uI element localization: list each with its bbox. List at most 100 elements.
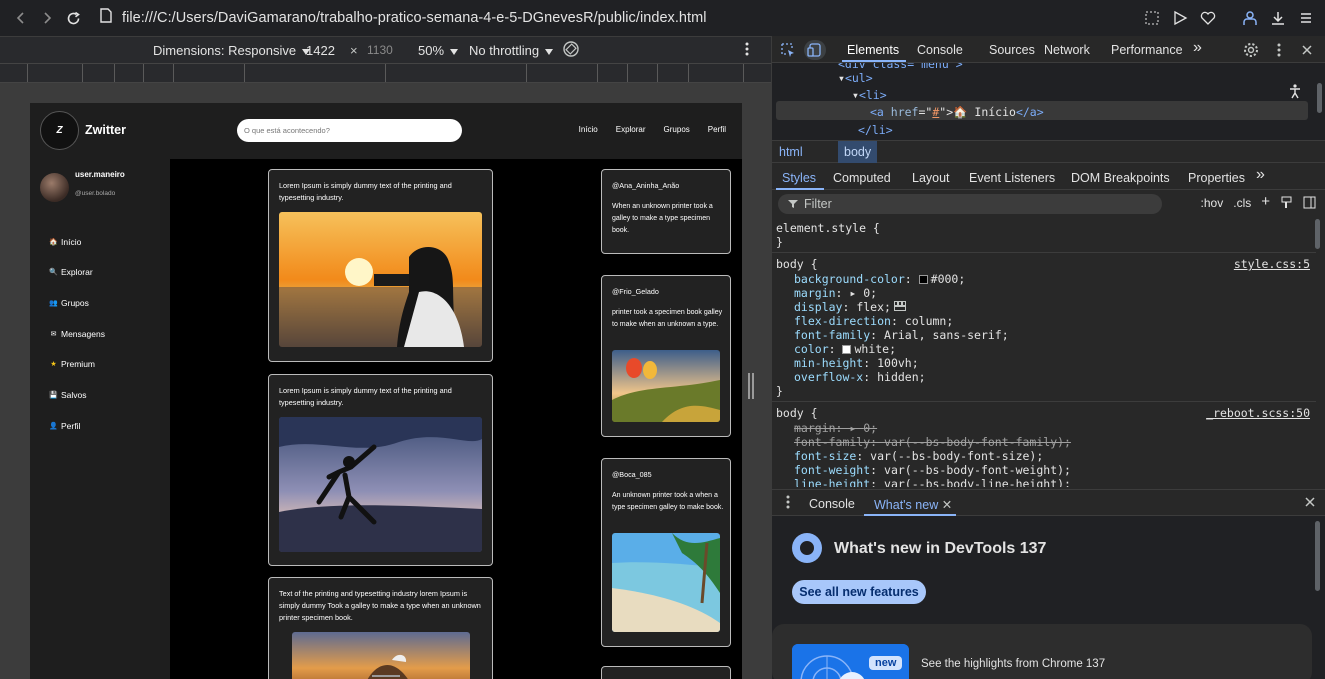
tab-styles[interactable]: Styles bbox=[782, 171, 816, 185]
post-card[interactable]: Text of the printing and typesetting ind… bbox=[268, 577, 493, 679]
more-tabs-icon[interactable]: » bbox=[1193, 39, 1202, 57]
forward-icon[interactable] bbox=[34, 5, 60, 31]
height-input[interactable]: 1130 bbox=[367, 43, 393, 57]
css-decl-overridden[interactable]: font-family: var(--bs-body-font-family); bbox=[794, 435, 1071, 449]
tab-performance[interactable]: Performance bbox=[1111, 43, 1183, 57]
tab-layout[interactable]: Layout bbox=[912, 171, 950, 185]
nav-inicio[interactable]: Início bbox=[579, 125, 598, 134]
tab-event-listeners[interactable]: Event Listeners bbox=[969, 171, 1055, 185]
post-card[interactable]: Lorem Ipsum is simply dummy text of the … bbox=[268, 374, 493, 566]
profile-icon[interactable] bbox=[1239, 7, 1261, 29]
close-drawer-icon[interactable] bbox=[1304, 496, 1316, 511]
css-decl[interactable]: background-color: #000; bbox=[794, 272, 965, 286]
sidebar-toggle-icon[interactable] bbox=[1303, 196, 1316, 212]
tab-properties[interactable]: Properties bbox=[1188, 171, 1245, 185]
css-decl[interactable]: font-family: Arial, sans-serif; bbox=[794, 328, 1009, 342]
tab-network[interactable]: Network bbox=[1044, 43, 1090, 57]
rotate-icon[interactable] bbox=[562, 40, 580, 61]
settings-icon[interactable] bbox=[1241, 40, 1261, 60]
sidebar-item-explorar[interactable]: 🔍 Explorar bbox=[49, 267, 93, 277]
avatar[interactable] bbox=[40, 173, 69, 202]
styles-scrollbar[interactable] bbox=[1315, 219, 1320, 249]
breadcrumb-html[interactable]: html bbox=[779, 145, 803, 159]
css-decl[interactable]: font-size: var(--bs-body-font-size); bbox=[794, 449, 1043, 463]
throttling-dropdown[interactable]: No throttling bbox=[469, 43, 554, 58]
devtools-menu-icon[interactable] bbox=[1269, 40, 1289, 60]
see-all-features-button[interactable]: See all new features bbox=[792, 580, 926, 604]
accessibility-icon[interactable] bbox=[1287, 83, 1303, 102]
sidebar-item-salvos[interactable]: 💾 Salvos bbox=[49, 390, 86, 400]
site-logo[interactable]: Z bbox=[40, 111, 79, 150]
drawer-menu-icon[interactable] bbox=[785, 494, 791, 513]
width-input[interactable]: 1422 bbox=[306, 43, 335, 58]
zoom-dropdown[interactable]: 50% bbox=[418, 43, 459, 58]
favorite-icon[interactable] bbox=[1197, 7, 1219, 29]
trend-handle[interactable]: @Frio_Gelado bbox=[612, 287, 659, 296]
nav-explorar[interactable]: Explorar bbox=[616, 125, 646, 134]
color-swatch[interactable] bbox=[918, 275, 928, 284]
drawer-tab-whats-new[interactable]: What's new ✕ bbox=[874, 497, 952, 512]
site-search-input[interactable] bbox=[237, 119, 462, 142]
new-rule-button[interactable]: + bbox=[1261, 193, 1270, 212]
trend-card[interactable]: @Boca_085 An unknown printer took a when… bbox=[601, 458, 731, 647]
styles-filter-input[interactable]: Filter bbox=[778, 194, 1162, 214]
sidebar-item-perfil[interactable]: 👤 Perfil bbox=[49, 421, 80, 431]
cast-icon[interactable] bbox=[1169, 7, 1191, 29]
viewport-bottom-handle[interactable] bbox=[372, 675, 400, 677]
viewport-resize-handle[interactable] bbox=[748, 373, 754, 399]
trend-card[interactable] bbox=[601, 666, 731, 679]
dimensions-dropdown[interactable]: Dimensions: Responsive bbox=[153, 43, 311, 58]
tab-sources[interactable]: Sources bbox=[989, 43, 1035, 57]
nav-perfil[interactable]: Perfil bbox=[708, 125, 726, 134]
more-options-icon[interactable] bbox=[744, 41, 750, 60]
screenshot-icon[interactable] bbox=[1141, 7, 1163, 29]
css-decl[interactable]: margin: ▸ 0; bbox=[794, 286, 877, 300]
address-bar[interactable]: file:///C:/Users/DaviGamarano/trabalho-p… bbox=[94, 8, 707, 28]
download-icon[interactable] bbox=[1267, 7, 1289, 29]
tab-elements[interactable]: Elements bbox=[847, 43, 899, 57]
trend-handle[interactable]: @Boca_085 bbox=[612, 470, 652, 479]
menu-icon[interactable] bbox=[1295, 7, 1317, 29]
sidebar-item-inicio[interactable]: 🏠 Início bbox=[49, 237, 81, 247]
dom-line-ul[interactable]: ▾<ul> bbox=[838, 71, 873, 85]
drawer-scrollbar[interactable] bbox=[1315, 521, 1320, 591]
site-brand[interactable]: Zwitter bbox=[85, 123, 126, 137]
trend-card[interactable]: @Ana_Aninha_Anão When an unknown printer… bbox=[601, 169, 731, 254]
css-decl[interactable]: font-weight: var(--bs-body-font-weight); bbox=[794, 463, 1071, 477]
body-selector[interactable]: body { bbox=[776, 257, 818, 271]
device-toggle-icon[interactable] bbox=[804, 40, 826, 60]
dom-line-li[interactable]: ▾<li> bbox=[852, 88, 887, 102]
highlights-text[interactable]: See the highlights from Chrome 137 bbox=[921, 658, 1105, 670]
more-subtabs-icon[interactable]: » bbox=[1256, 166, 1265, 184]
tab-dom-breakpoints[interactable]: DOM Breakpoints bbox=[1071, 171, 1170, 185]
color-swatch[interactable] bbox=[842, 345, 852, 354]
css-decl[interactable]: overflow-x: hidden; bbox=[794, 370, 926, 384]
tab-computed[interactable]: Computed bbox=[833, 171, 891, 185]
cls-button[interactable]: .cls bbox=[1233, 196, 1251, 212]
dom-line-li-close[interactable]: </li> bbox=[858, 123, 893, 137]
sidebar-item-premium[interactable]: ★ Premium bbox=[49, 359, 95, 369]
inspect-icon[interactable] bbox=[778, 40, 798, 60]
dom-line[interactable]: <div class="menu"> bbox=[838, 63, 963, 71]
reload-icon[interactable] bbox=[60, 5, 86, 31]
breadcrumb-body[interactable]: body bbox=[838, 141, 878, 163]
chrome-highlights-thumbnail[interactable]: new bbox=[792, 644, 909, 679]
flex-editor-icon[interactable] bbox=[893, 300, 906, 314]
post-card[interactable]: Lorem Ipsum is simply dummy text of the … bbox=[268, 169, 493, 362]
trend-handle[interactable]: @Ana_Aninha_Anão bbox=[612, 181, 679, 190]
media-query-bar[interactable] bbox=[0, 63, 771, 83]
trend-card[interactable]: @Frio_Gelado printer took a specimen boo… bbox=[601, 275, 731, 437]
dom-line-a[interactable]: <a href="#">🏠 Início</a> bbox=[870, 105, 1044, 119]
reboot-scss-link[interactable]: _reboot.scss:50 bbox=[1206, 406, 1310, 420]
url-text[interactable]: file:///C:/Users/DaviGamarano/trabalho-p… bbox=[122, 10, 707, 26]
css-decl[interactable]: color: white; bbox=[794, 342, 896, 356]
css-decl[interactable]: display: flex; bbox=[794, 300, 906, 314]
css-decl[interactable]: min-height: 100vh; bbox=[794, 356, 919, 370]
css-decl-overridden[interactable]: margin: ▸ 0; bbox=[794, 421, 877, 435]
element-style-selector[interactable]: element.style { bbox=[776, 221, 880, 235]
style-css-link[interactable]: style.css:5 bbox=[1234, 257, 1310, 271]
sidebar-item-mensagens[interactable]: ✉ Mensagens bbox=[49, 329, 105, 339]
css-decl[interactable]: line-height: var(--bs-body-line-height); bbox=[794, 477, 1071, 487]
tab-console[interactable]: Console bbox=[917, 43, 963, 57]
drawer-tab-console[interactable]: Console bbox=[809, 497, 855, 511]
